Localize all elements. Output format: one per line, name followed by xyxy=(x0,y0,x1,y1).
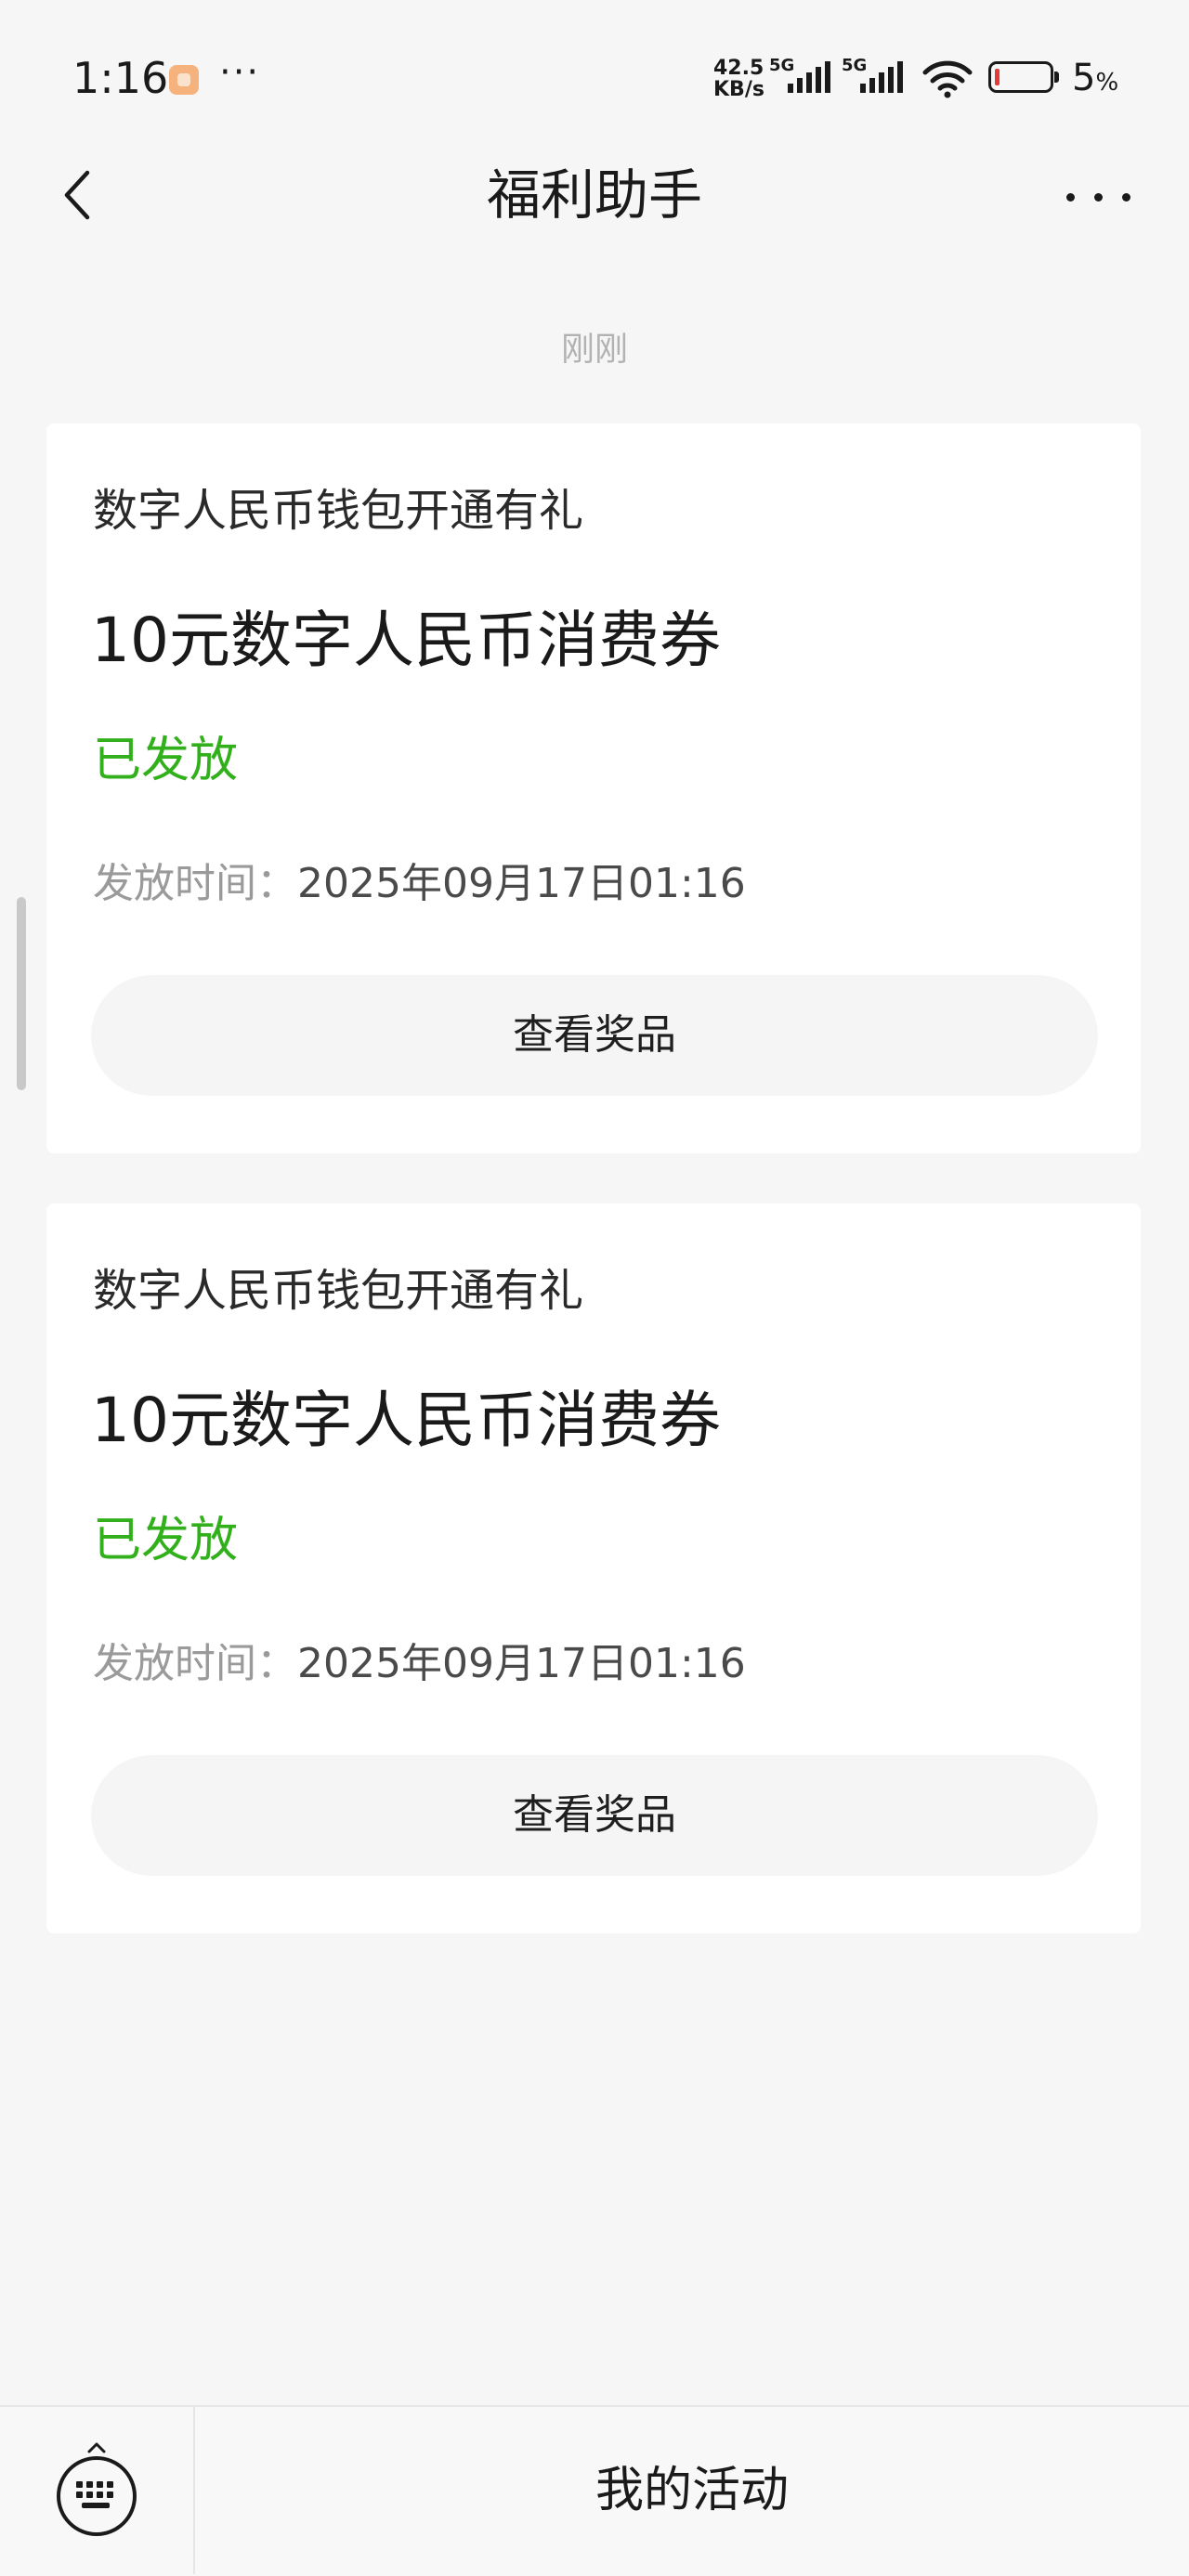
issue-time-label: 发放时间： xyxy=(93,1640,297,1687)
issue-time-label: 发放时间： xyxy=(93,860,297,907)
prize-title: 10元数字人民币消费券 xyxy=(91,1385,721,1456)
status-badge: 已发放 xyxy=(93,1513,239,1568)
issue-time: 发放时间：2025年09月17日01:16 xyxy=(93,1636,746,1692)
navigation-bar: 福利助手 xyxy=(0,149,1189,241)
battery-percent: 5% xyxy=(1072,52,1118,109)
view-prize-button[interactable]: 查看奖品 xyxy=(91,1755,1098,1876)
view-prize-button[interactable]: 查看奖品 xyxy=(91,975,1098,1096)
status-time: 1:16 xyxy=(72,53,169,103)
status-badge: 已发放 xyxy=(93,733,239,788)
my-activities-menu[interactable]: 我的活动 xyxy=(195,2407,1189,2574)
issue-time-value: 2025年09月17日01:16 xyxy=(297,860,746,907)
network-speed-value: 42.5 xyxy=(713,57,764,80)
signal-strength-icon xyxy=(860,61,903,93)
activity-name: 数字人民币钱包开通有礼 xyxy=(93,1265,584,1317)
wifi-icon xyxy=(922,60,973,98)
status-bar: 1:16 ··· 42.5 KB/s 5G 5G 5% xyxy=(0,0,1189,149)
more-options-icon[interactable] xyxy=(1061,167,1135,223)
prize-title: 10元数字人民币消费券 xyxy=(91,605,721,676)
reward-card: 数字人民币钱包开通有礼 10元数字人民币消费券 已发放 发放时间：2025年09… xyxy=(46,423,1141,1153)
network-speed-unit: KB/s xyxy=(713,78,764,101)
scroll-indicator xyxy=(17,897,26,1090)
bottom-menu-bar: 我的活动 xyxy=(0,2405,1189,2576)
network-speed: 42.5 KB/s xyxy=(713,58,764,100)
keyboard-toggle-button[interactable] xyxy=(0,2407,195,2574)
keyboard-icon xyxy=(57,2442,137,2536)
signal-strength-icon xyxy=(788,61,830,93)
notification-app-icon xyxy=(169,65,199,95)
battery-unit: % xyxy=(1095,69,1119,97)
message-timestamp: 刚刚 xyxy=(560,331,628,369)
page-title: 福利助手 xyxy=(486,163,702,227)
issue-time-value: 2025年09月17日01:16 xyxy=(297,1640,746,1687)
battery-icon xyxy=(988,61,1059,93)
issue-time: 发放时间：2025年09月17日01:16 xyxy=(93,856,746,912)
activity-name: 数字人民币钱包开通有礼 xyxy=(93,485,584,537)
battery-value: 5 xyxy=(1072,57,1096,99)
more-notifications-icon: ··· xyxy=(219,51,261,94)
reward-card: 数字人民币钱包开通有礼 10元数字人民币消费券 已发放 发放时间：2025年09… xyxy=(46,1203,1141,1933)
